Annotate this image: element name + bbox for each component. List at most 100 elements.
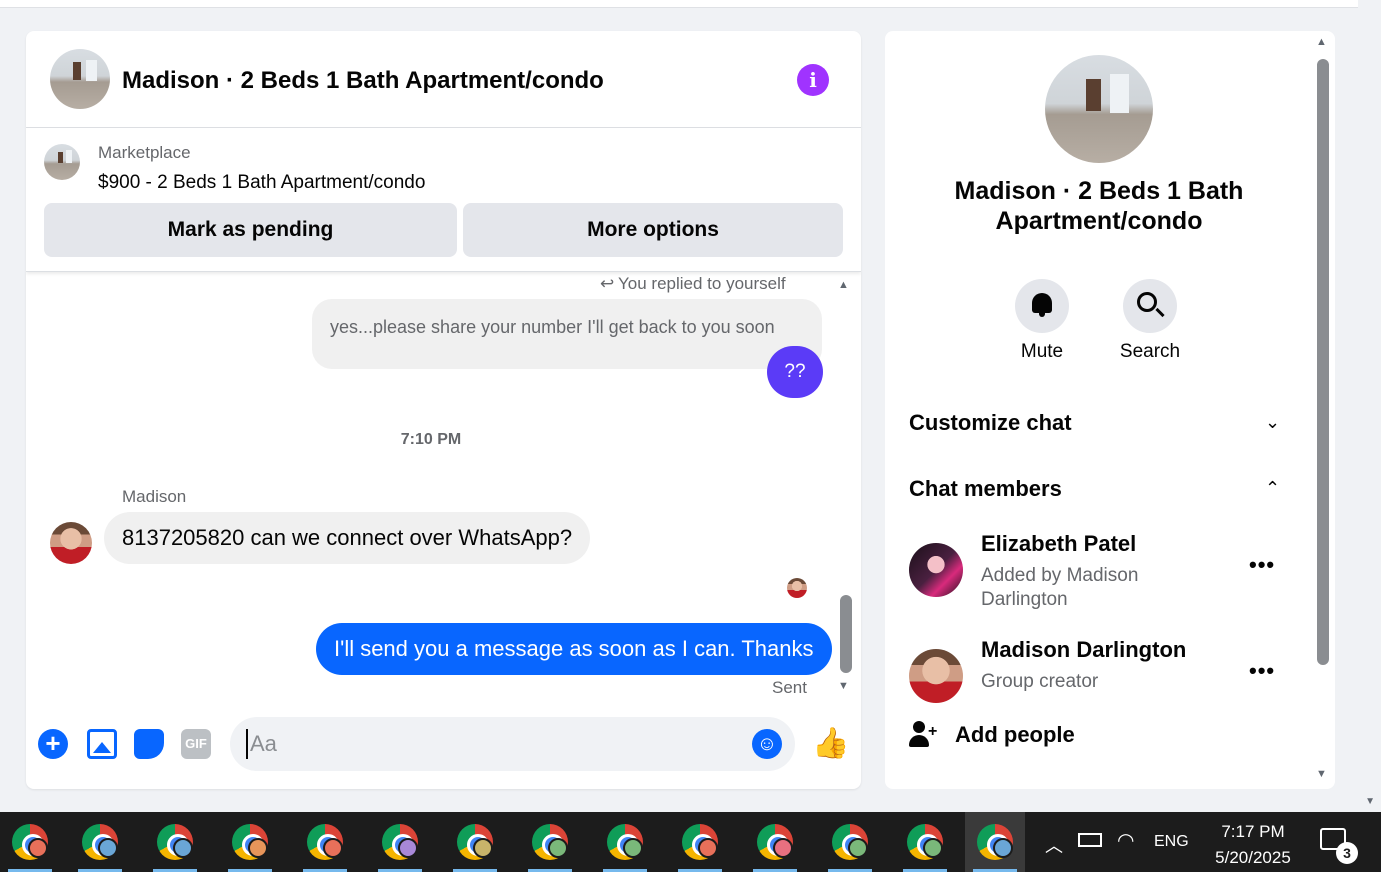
profile-badge-icon	[623, 838, 643, 858]
chrome-window-button[interactable]	[295, 812, 355, 872]
profile-badge-icon	[548, 838, 568, 858]
notification-badge: 3	[1336, 842, 1358, 864]
search-circle[interactable]	[1123, 279, 1177, 333]
wifi-icon[interactable]: ◠	[1117, 828, 1134, 872]
chrome-window-button[interactable]	[820, 812, 880, 872]
marketplace-banner: Marketplace $900 - 2 Beds 1 Bath Apartme…	[26, 128, 861, 272]
message-bubble-outgoing[interactable]: ??	[767, 346, 823, 398]
clock[interactable]: 7:17 PM 5/20/2025	[1208, 819, 1298, 872]
chrome-window-button[interactable]	[70, 812, 130, 872]
member-subtitle: Group creator	[981, 671, 1099, 692]
seen-indicator-avatar	[787, 578, 807, 598]
more-options-icon[interactable]: •••	[1249, 658, 1275, 684]
listing-price[interactable]: $900 - 2 Beds 1 Bath Apartment/condo	[98, 172, 425, 194]
scroll-down-arrow-icon[interactable]: ▼	[838, 680, 849, 692]
member-name[interactable]: Madison Darlington	[981, 637, 1186, 663]
member-name[interactable]: Elizabeth Patel	[981, 531, 1136, 557]
chrome-window-button[interactable]	[370, 812, 430, 872]
add-person-icon: +	[909, 721, 939, 751]
mark-as-pending-button[interactable]: Mark as pending	[44, 203, 457, 257]
page-scroll-down-icon[interactable]: ▼	[1365, 796, 1375, 807]
message-input-box[interactable]: ☺	[230, 717, 795, 771]
clock-time: 7:17 PM	[1221, 822, 1285, 841]
member-subtitle: Added by Madison Darlington	[981, 565, 1139, 610]
chat-header: Madison · 2 Beds 1 Bath Apartment/condo …	[26, 31, 861, 128]
chrome-window-button[interactable]	[670, 812, 730, 872]
chat-panel: Madison · 2 Beds 1 Bath Apartment/condo …	[26, 31, 861, 789]
battery-icon[interactable]	[1078, 833, 1102, 847]
message-composer: + GIF ☺ 👍	[26, 717, 861, 771]
conversation-avatar[interactable]	[1045, 55, 1153, 163]
chrome-window-button[interactable]	[965, 812, 1025, 872]
chrome-window-button[interactable]	[220, 812, 280, 872]
reply-note: ↩ You replied to yourself	[600, 274, 786, 294]
more-options-button[interactable]: More options	[463, 203, 843, 257]
more-options-icon[interactable]: •••	[1249, 552, 1275, 578]
scroll-up-arrow-icon[interactable]: ▲	[1316, 36, 1327, 48]
chat-title[interactable]: Madison · 2 Beds 1 Bath Apartment/condo	[122, 67, 604, 95]
listing-avatar[interactable]	[50, 49, 110, 109]
add-people-button[interactable]: + Add people	[909, 721, 1075, 751]
chat-members-section[interactable]: Chat members	[909, 476, 1289, 502]
message-bubble-outgoing[interactable]: I'll send you a message as soon as I can…	[316, 623, 832, 675]
gif-icon[interactable]: GIF	[181, 729, 211, 759]
plus-icon[interactable]: +	[38, 729, 68, 759]
sticker-icon[interactable]	[134, 729, 164, 759]
info-icon[interactable]: i	[797, 64, 829, 96]
chrome-window-button[interactable]	[0, 812, 60, 872]
bell-icon	[1032, 293, 1052, 317]
profile-badge-icon	[98, 838, 118, 858]
sent-status: Sent	[772, 678, 807, 697]
profile-badge-icon	[323, 838, 343, 858]
chevron-up-icon[interactable]: ︿	[1045, 832, 1063, 872]
profile-badge-icon	[848, 838, 868, 858]
browser-top-edge	[0, 0, 1358, 8]
profile-badge-icon	[28, 838, 48, 858]
profile-badge-icon	[398, 838, 418, 858]
chevron-down-icon[interactable]: ⌄	[1265, 412, 1280, 433]
listing-thumbnail[interactable]	[44, 144, 80, 180]
sender-avatar[interactable]	[50, 522, 92, 564]
sender-name: Madison	[122, 487, 187, 506]
profile-badge-icon	[173, 838, 193, 858]
message-bubble-incoming[interactable]: 8137205820 can we connect over WhatsApp?	[104, 512, 591, 564]
conversation-details-panel: Madison · 2 Beds 1 Bath Apartment/condo …	[885, 31, 1335, 789]
marketplace-label: Marketplace	[98, 143, 191, 162]
profile-badge-icon	[248, 838, 268, 858]
language-indicator[interactable]: ENG	[1154, 833, 1189, 872]
chrome-window-button[interactable]	[145, 812, 205, 872]
chrome-window-button[interactable]	[595, 812, 655, 872]
profile-badge-icon	[923, 838, 943, 858]
member-avatar[interactable]	[909, 649, 963, 703]
profile-badge-icon	[993, 838, 1013, 858]
customize-chat-section[interactable]: Customize chat	[909, 410, 1289, 436]
scroll-down-arrow-icon[interactable]: ▼	[1316, 768, 1327, 780]
chevron-up-icon[interactable]: ⌃	[1265, 478, 1280, 499]
message-scrollbar-thumb[interactable]	[840, 595, 852, 673]
notification-center-icon[interactable]: 3	[1320, 828, 1358, 864]
mute-button[interactable]: Mute	[1002, 279, 1082, 363]
message-timestamp: 7:10 PM	[400, 431, 462, 448]
message-list[interactable]: ↩ You replied to yourself yes...please sh…	[26, 273, 861, 707]
reply-note-text: You replied to yourself	[618, 274, 786, 293]
thumbs-up-icon[interactable]: 👍	[812, 727, 849, 761]
conversation-title: Madison · 2 Beds 1 Bath Apartment/condo	[954, 177, 1244, 235]
chrome-window-button[interactable]	[520, 812, 580, 872]
profile-badge-icon	[473, 838, 493, 858]
add-people-label: Add people	[955, 721, 1075, 747]
member-avatar[interactable]	[909, 543, 963, 597]
search-label: Search	[1119, 341, 1181, 362]
mute-circle[interactable]	[1015, 279, 1069, 333]
photo-icon[interactable]	[87, 729, 117, 759]
emoji-icon[interactable]: ☺	[752, 729, 782, 759]
chrome-window-button[interactable]	[445, 812, 505, 872]
chrome-window-button[interactable]	[745, 812, 805, 872]
clock-date: 5/20/2025	[1215, 848, 1291, 867]
search-icon	[1137, 292, 1157, 312]
scroll-up-arrow-icon[interactable]: ▲	[838, 279, 849, 291]
chrome-window-button[interactable]	[895, 812, 955, 872]
search-button[interactable]: Search	[1110, 279, 1190, 363]
replied-message-preview[interactable]: yes...please share your number I'll get …	[312, 299, 822, 369]
side-scrollbar-thumb[interactable]	[1317, 59, 1329, 665]
message-input[interactable]	[246, 729, 726, 759]
